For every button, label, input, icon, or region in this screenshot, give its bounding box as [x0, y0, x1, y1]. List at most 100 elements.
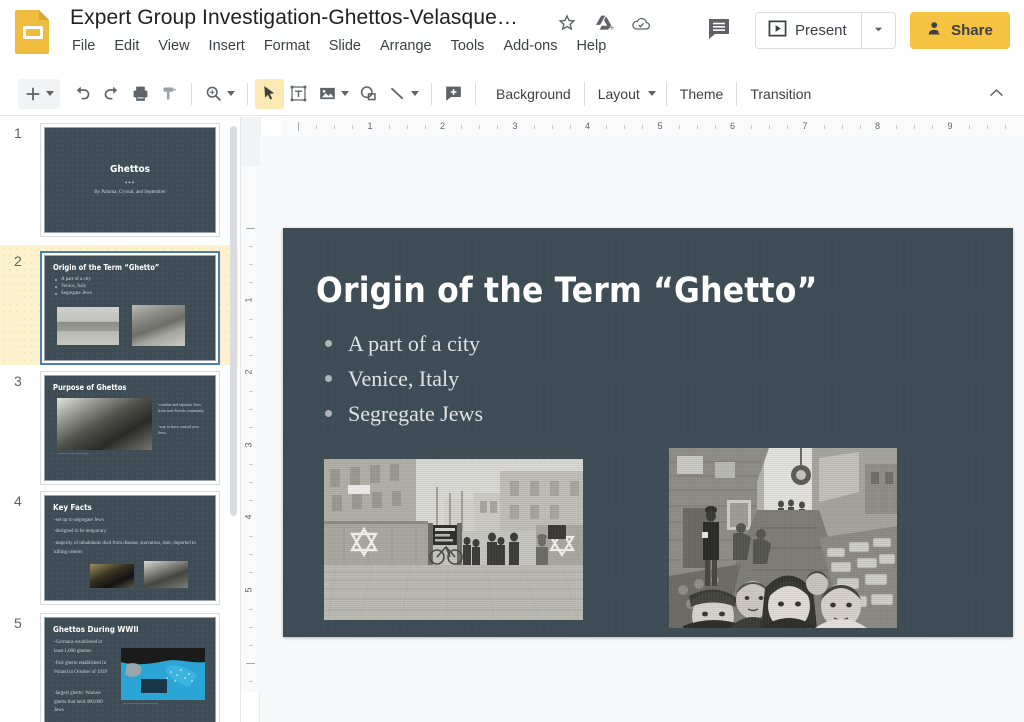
menu-item-tools[interactable]: Tools [451, 38, 485, 54]
ruler-tick [249, 608, 253, 610]
ruler-tick [932, 125, 934, 129]
bullet-text: A part of a city [348, 331, 480, 356]
star-icon[interactable] [556, 12, 578, 34]
ruler-tick [606, 125, 608, 129]
menu-item-help[interactable]: Help [576, 38, 606, 54]
menu-item-view[interactable]: View [158, 38, 189, 54]
menu-bar: File Edit View Insert Format Slide Arran… [72, 38, 606, 54]
layout-button[interactable]: Layout [585, 86, 644, 102]
move-to-drive-icon[interactable]: + [593, 12, 615, 34]
slide-filmstrip[interactable]: 1 Ghettos ••• By Paloma, Crystal, and Se… [0, 117, 238, 722]
undo-button[interactable] [68, 79, 97, 109]
ruler-tick [642, 125, 644, 129]
text-box-button[interactable] [284, 79, 313, 109]
ruler-tick [406, 125, 408, 129]
print-button[interactable] [126, 79, 155, 109]
ruler-tick [388, 125, 390, 129]
slide-thumbnail: Ghettos During WWII -Germans established… [44, 617, 216, 722]
slides-logo-icon[interactable] [14, 8, 52, 54]
bullet-dot-icon [325, 340, 332, 347]
slide-body-list[interactable]: A part of a city Venice, Italy Segregate… [325, 331, 483, 436]
menu-item-file[interactable]: File [72, 38, 95, 54]
present-button[interactable]: Present [756, 13, 861, 48]
filmstrip-slide-3[interactable]: 3 Purpose of Ghettos -confine and separa… [0, 365, 238, 485]
mini-divider: ••• [124, 179, 136, 187]
mini-caption: http://www.example.com/photo.jpg [58, 453, 89, 455]
shape-button[interactable] [354, 79, 383, 109]
background-button[interactable]: Background [483, 86, 584, 102]
line-button[interactable] [383, 79, 424, 109]
paint-format-button[interactable] [155, 79, 184, 109]
menu-item-arrange[interactable]: Arrange [380, 38, 432, 54]
ruler-tick [859, 125, 861, 129]
add-comment-button[interactable] [439, 79, 468, 109]
menu-item-slide[interactable]: Slide [329, 38, 361, 54]
ruler-tick [334, 125, 336, 129]
ruler-tick [298, 122, 299, 131]
filmstrip-slide-1[interactable]: 1 Ghettos ••• By Paloma, Crystal, and Se… [0, 117, 238, 245]
filmstrip-scrollbar[interactable] [230, 126, 237, 516]
bullet-text: Venice, Italy [348, 366, 460, 391]
filmstrip-slide-4[interactable]: 4 Key Facts -set up to segregate Jews -d… [0, 485, 238, 607]
person-add-icon [927, 20, 944, 42]
menu-item-addons[interactable]: Add-ons [503, 38, 557, 54]
menu-item-edit[interactable]: Edit [114, 38, 139, 54]
toolbar-divider [191, 82, 192, 105]
ghetto-street-entrance-photo[interactable] [324, 459, 583, 620]
ruler-tick [624, 125, 626, 129]
slide-title[interactable]: Origin of the Term “Ghetto” [316, 271, 818, 311]
redo-button[interactable] [97, 79, 126, 109]
ruler-tick [696, 125, 698, 129]
chevron-down-icon [873, 22, 884, 40]
ruler-tick [424, 125, 426, 129]
comment-history-icon[interactable] [706, 16, 732, 42]
ruler-tick [461, 125, 463, 129]
menu-item-format[interactable]: Format [264, 38, 310, 54]
title-action-icons: + [556, 12, 652, 34]
ruler-tick [678, 125, 680, 129]
thumbnail-frame: Ghettos ••• By Paloma, Crystal, and Sept… [40, 123, 220, 237]
horizontal-ruler[interactable]: 123456789 [241, 117, 1024, 136]
theme-button[interactable]: Theme [667, 86, 737, 102]
slide-thumbnail: Ghettos ••• By Paloma, Crystal, and Sept… [44, 127, 216, 233]
insert-image-button[interactable] [313, 79, 354, 109]
mini-subtitle: By Paloma, Crystal, and September [94, 190, 166, 195]
mini-bullet: -first ghetto established in Poland in O… [54, 661, 108, 675]
children-in-alley-photo[interactable] [669, 448, 897, 628]
select-tool-button[interactable] [255, 78, 284, 109]
menu-item-insert[interactable]: Insert [209, 38, 245, 54]
ruler-tick [246, 228, 255, 229]
mini-bullet: A part of a city [61, 277, 91, 282]
slide-number: 1 [14, 125, 22, 141]
mini-bullet: -set up to segregate Jews [54, 518, 104, 523]
ruler-tick [249, 427, 253, 429]
ruler-tick [249, 463, 253, 465]
present-button-group: Present [755, 12, 896, 49]
slide-thumbnail: Origin of the Term “Ghetto” A part of a … [44, 255, 216, 361]
filmstrip-slide-5[interactable]: 5 Ghettos During WWII -Germans establish… [0, 607, 238, 722]
ruler-tick [249, 264, 253, 266]
mini-bullet: -majority of inhabitants died from disea… [54, 541, 196, 555]
new-slide-button[interactable] [18, 78, 60, 109]
mini-image-children [132, 305, 185, 346]
ruler-tick [316, 125, 318, 129]
ruler-tick [751, 125, 753, 129]
collapse-toolbar-button[interactable] [983, 79, 1010, 109]
slide-thumbnail: Key Facts -set up to segregate Jews -des… [44, 495, 216, 601]
zoom-button[interactable] [199, 79, 240, 109]
share-button[interactable]: Share [910, 12, 1010, 49]
present-dropdown-button[interactable] [860, 13, 895, 48]
bullet-dot-icon [325, 410, 332, 417]
mini-image-crowd [57, 398, 152, 450]
mini-bullet: -confine and separate Jews from non-Jewi… [158, 402, 205, 414]
filmstrip-slide-2[interactable]: 2 Origin of the Term “Ghetto” A part of … [0, 245, 238, 365]
vertical-ruler[interactable]: 12345 [241, 136, 260, 722]
ruler-tick [249, 536, 253, 538]
mini-image-europe-map [121, 648, 205, 700]
current-slide[interactable]: Origin of the Term “Ghetto” A part of a … [283, 228, 1013, 637]
transition-button[interactable]: Transition [737, 86, 824, 102]
cloud-saved-icon[interactable] [630, 12, 652, 34]
ruler-tick [714, 125, 716, 129]
slide-canvas-area[interactable]: Origin of the Term “Ghetto” A part of a … [260, 136, 1024, 722]
document-title[interactable]: Expert Group Investigation-Ghettos-Velas… [70, 6, 518, 30]
